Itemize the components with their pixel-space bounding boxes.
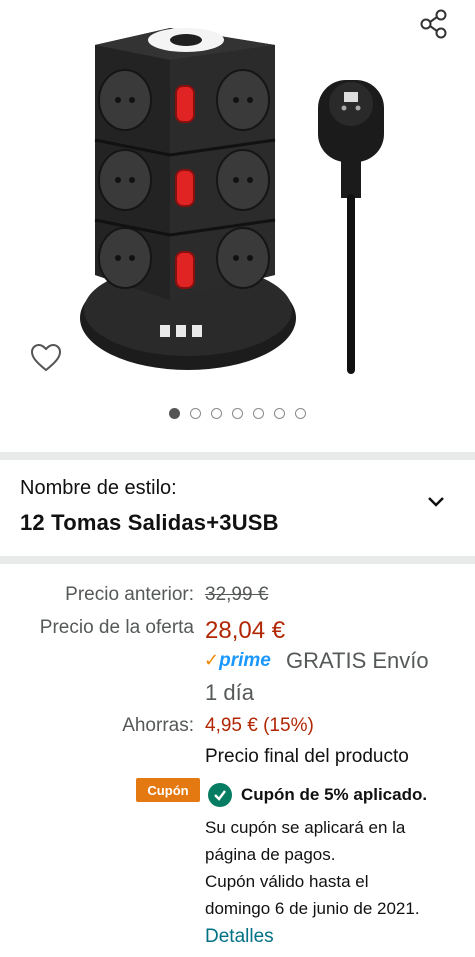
share-button[interactable] <box>416 6 452 42</box>
savings-value: 4,95 € (15%) <box>205 715 314 736</box>
coupon-details-link[interactable]: Detalles <box>205 926 274 948</box>
offer-price: 28,04 € <box>205 617 286 644</box>
carousel-dot-7[interactable] <box>295 408 306 419</box>
offer-price-label: Precio de la oferta <box>39 617 194 638</box>
section-divider <box>0 556 475 564</box>
prime-badge: ✓ prime <box>204 650 271 672</box>
savings-label: Ahorras: <box>122 715 194 736</box>
shipping-text-line2: 1 día <box>205 680 254 705</box>
style-value: 12 Tomas Salidas+3USB <box>20 510 279 535</box>
heart-icon <box>30 343 62 372</box>
coupon-note-line: página de pagos. <box>205 845 336 864</box>
carousel-dot-6[interactable] <box>274 408 285 419</box>
coupon-note-line: Su cupón se aplicará en la <box>205 818 406 837</box>
prime-logo: prime <box>219 650 271 671</box>
previous-price-label: Precio anterior: <box>65 584 194 605</box>
coupon-note-line: domingo 6 de junio de 2021. <box>205 899 420 918</box>
add-to-wishlist-button[interactable] <box>28 340 64 376</box>
chevron-down-icon[interactable] <box>422 488 450 516</box>
share-icon <box>420 9 447 39</box>
shipping-text: GRATIS Envío <box>286 648 429 673</box>
coupon-badge: Cupón <box>136 778 200 802</box>
carousel-dot-5[interactable] <box>253 408 264 419</box>
carousel-dot-4[interactable] <box>232 408 243 419</box>
product-image <box>80 28 384 374</box>
section-divider <box>0 452 475 460</box>
prime-check-icon: ✓ <box>204 650 220 670</box>
check-circle-icon <box>208 783 232 807</box>
carousel-dot-2[interactable] <box>190 408 201 419</box>
previous-price: 32,99 € <box>205 584 269 605</box>
coupon-note-line: Cupón válido hasta el <box>205 872 369 891</box>
product-image-area[interactable] <box>0 0 475 440</box>
carousel-dot-1[interactable] <box>169 408 180 419</box>
image-carousel-dots <box>0 408 475 419</box>
coupon-applied-text: Cupón de 5% aplicado. <box>241 785 428 804</box>
final-price-note: Precio final del producto <box>205 746 409 767</box>
style-label: Nombre de estilo: <box>20 477 177 499</box>
carousel-dot-3[interactable] <box>211 408 222 419</box>
